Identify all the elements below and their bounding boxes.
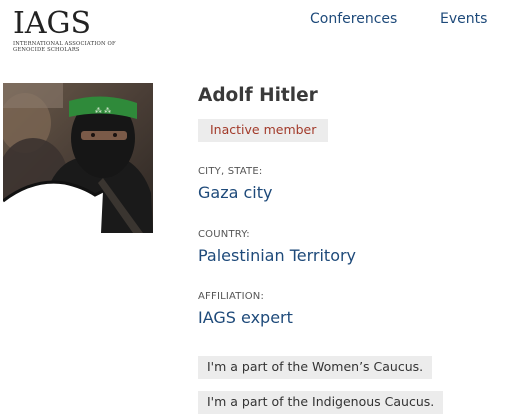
country-value: Palestinian Territory (198, 246, 357, 265)
affiliation-value: IAGS expert (198, 308, 293, 327)
logo-letters: IAGS (13, 6, 92, 41)
caucus-tag-indigenous: I'm a part of the Indigenous Caucus. (198, 391, 444, 414)
svg-text:⁂ ⁂: ⁂ ⁂ (95, 107, 111, 115)
logo-tagline-2: GENOCIDE SCHOLARS (13, 47, 80, 53)
site-logo[interactable]: IAGS INTERNATIONAL ASSOCIATION OF GENOCI… (13, 6, 116, 54)
profile-photo-image: ⁂ ⁂ (3, 83, 153, 233)
nav-link-conferences[interactable]: Conferences (310, 11, 397, 27)
nav-link-events[interactable]: Events (440, 11, 487, 27)
membership-status-badge: Inactive member (198, 119, 329, 142)
city-state-value: Gaza city (198, 183, 273, 202)
country-label: COUNTRY: (198, 229, 250, 240)
member-name: Adolf Hitler (198, 85, 318, 106)
profile-photo: ⁂ ⁂ (3, 83, 153, 233)
city-state-label: CITY, STATE: (198, 166, 263, 177)
affiliation-label: AFFILIATION: (198, 291, 265, 302)
caucus-tag-womens: I'm a part of the Women’s Caucus. (198, 356, 433, 379)
